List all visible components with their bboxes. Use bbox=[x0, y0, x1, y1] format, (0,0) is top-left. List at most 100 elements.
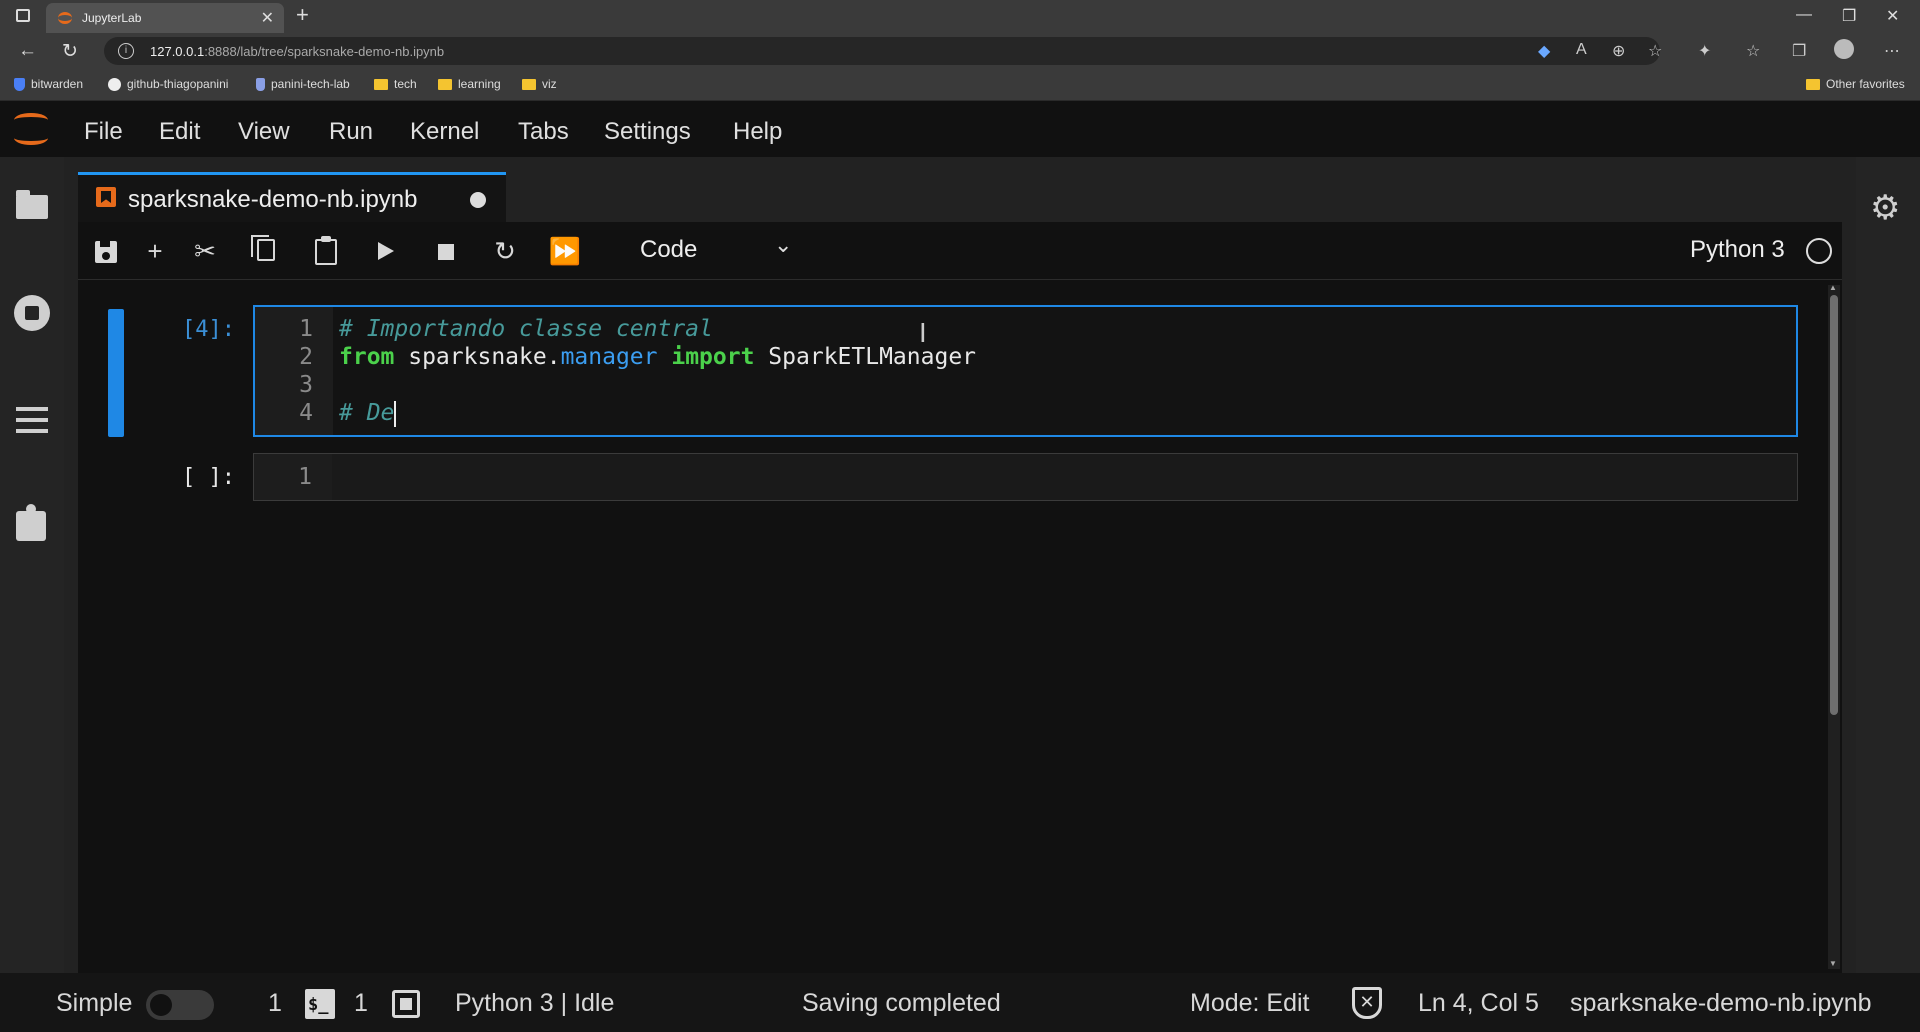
menu-kernel[interactable]: Kernel bbox=[410, 118, 479, 146]
simple-mode-label: Simple bbox=[56, 989, 133, 1017]
copy-button[interactable] bbox=[248, 234, 282, 268]
line-number: 1 bbox=[298, 464, 312, 490]
simple-mode-toggle[interactable] bbox=[146, 990, 214, 1020]
restore-icon[interactable]: ❐ bbox=[1842, 6, 1856, 26]
bookmark-learning[interactable]: learning bbox=[438, 77, 501, 91]
menu-run[interactable]: Run bbox=[329, 118, 373, 146]
save-button[interactable] bbox=[88, 234, 122, 268]
copy-icon bbox=[251, 235, 275, 261]
menu-settings[interactable]: Settings bbox=[604, 118, 691, 146]
scrollbar-thumb[interactable] bbox=[1830, 295, 1838, 715]
scroll-up-icon[interactable]: ▲ bbox=[1829, 283, 1837, 292]
vertical-scrollbar[interactable]: ▲ ▼ bbox=[1828, 283, 1840, 969]
back-icon[interactable]: ← bbox=[18, 40, 37, 62]
status-file-name: sparksnake-demo-nb.ipynb bbox=[1570, 989, 1872, 1017]
property-inspector-gears-icon[interactable]: ⚙ bbox=[1870, 191, 1900, 225]
more-icon[interactable]: ⋯ bbox=[1884, 41, 1900, 61]
folder-icon bbox=[522, 78, 536, 90]
menu-help[interactable]: Help bbox=[733, 118, 782, 146]
bookmark-panini-tech-lab[interactable]: panini-tech-lab bbox=[256, 77, 350, 91]
kernel-status-icon bbox=[1806, 238, 1832, 264]
favorite-add-icon[interactable]: ☆ bbox=[1648, 41, 1662, 61]
folder-icon bbox=[374, 78, 388, 90]
address-bar-row: ← ↻ i 127.0.0.1:8888/lab/tree/sparksnake… bbox=[0, 33, 1920, 69]
save-status-text: Saving completed bbox=[802, 989, 1001, 1017]
menu-edit[interactable]: Edit bbox=[159, 118, 200, 146]
bookmark-github[interactable]: github-thiagopanini bbox=[108, 77, 228, 91]
menu-view[interactable]: View bbox=[238, 118, 290, 146]
notebook-tab-title: sparksnake-demo-nb.ipynb bbox=[128, 186, 418, 213]
bookmark-viz[interactable]: viz bbox=[522, 77, 557, 91]
file-browser-icon[interactable] bbox=[14, 187, 50, 223]
read-aloud-icon[interactable]: A bbox=[1576, 41, 1587, 59]
left-sidebar bbox=[0, 157, 64, 973]
unsaved-dot-icon[interactable] bbox=[470, 192, 486, 208]
code-cell-editor[interactable]: 1 # Importando classe central 2 from sparks… bbox=[253, 305, 1798, 437]
code-cell-editor[interactable]: 1 bbox=[253, 453, 1798, 501]
bookmarks-bar: bitwarden github-thiagopanini panini-tec… bbox=[0, 69, 1920, 101]
fast-forward-icon: ⏩ bbox=[548, 236, 582, 266]
running-sessions-icon[interactable] bbox=[14, 295, 50, 331]
cell-collapser[interactable] bbox=[108, 309, 124, 437]
bookmark-bitwarden[interactable]: bitwarden bbox=[14, 77, 83, 91]
flask-icon bbox=[256, 77, 265, 91]
terminals-count[interactable]: 1 bbox=[268, 989, 282, 1018]
terminal-icon[interactable]: $_ bbox=[305, 989, 335, 1019]
code-line[interactable]: 1 bbox=[254, 460, 1797, 494]
folder-icon bbox=[1806, 78, 1820, 90]
kernel-name[interactable]: Python 3 bbox=[1690, 236, 1785, 264]
new-tab-icon[interactable]: + bbox=[296, 2, 309, 28]
table-of-contents-icon[interactable] bbox=[14, 401, 50, 437]
kernels-count[interactable]: 1 bbox=[354, 989, 368, 1018]
text-caret bbox=[394, 400, 397, 427]
close-tab-icon[interactable]: ✕ bbox=[261, 8, 274, 28]
status-bar: Simple 1 $_ 1 Python 3 | Idle Saving com… bbox=[0, 973, 1920, 1032]
extensions-icon[interactable]: ✦ bbox=[1698, 41, 1711, 61]
scroll-down-icon[interactable]: ▼ bbox=[1829, 959, 1837, 968]
site-info-icon[interactable]: i bbox=[118, 43, 134, 59]
menu-file[interactable]: File bbox=[84, 118, 123, 146]
jupyter-menubar: File Edit View Run Kernel Tabs Settings … bbox=[0, 101, 1920, 157]
chevron-down-icon[interactable]: ⌄ bbox=[774, 232, 792, 258]
profile-avatar[interactable] bbox=[1834, 39, 1854, 59]
trusted-shield-icon[interactable]: ✕ bbox=[1352, 987, 1382, 1019]
line-number: 4 bbox=[299, 400, 313, 426]
bookmark-tech[interactable]: tech bbox=[374, 77, 417, 91]
kernel-status-text[interactable]: Python 3 | Idle bbox=[455, 989, 614, 1018]
browser-tabbar: JupyterLab ✕ + — ❐ ✕ bbox=[0, 0, 1920, 33]
refresh-icon[interactable]: ↻ bbox=[62, 40, 78, 63]
zoom-icon[interactable]: ⊕ bbox=[1612, 41, 1625, 61]
code-line[interactable]: 4 # De bbox=[255, 396, 1796, 430]
close-window-icon[interactable]: ✕ bbox=[1886, 6, 1899, 26]
restart-run-all-button[interactable]: ⏩ bbox=[548, 234, 582, 268]
run-button[interactable] bbox=[368, 234, 402, 268]
bookmark-other-favorites[interactable]: Other favorites bbox=[1806, 77, 1905, 91]
minimize-icon[interactable]: — bbox=[1796, 6, 1812, 24]
window-menu-icon[interactable] bbox=[16, 9, 30, 22]
tag-icon[interactable]: ◆ bbox=[1538, 41, 1550, 61]
cursor-position[interactable]: Ln 4, Col 5 bbox=[1418, 989, 1539, 1018]
notebook-panel: + ✂ ↻ ⏩ Code ⌄ Python 3 [4]: 1 # Importan… bbox=[78, 222, 1842, 973]
notebook-content: [4]: 1 # Importando classe central 2 from s… bbox=[78, 281, 1842, 973]
bitwarden-icon bbox=[14, 77, 25, 91]
paste-icon bbox=[315, 236, 337, 265]
cpu-icon[interactable] bbox=[392, 990, 420, 1018]
insert-cell-button[interactable]: + bbox=[138, 234, 172, 268]
text-cursor-ibeam-icon: I bbox=[919, 319, 927, 349]
interrupt-button[interactable] bbox=[428, 234, 462, 268]
restart-button[interactable]: ↻ bbox=[488, 234, 522, 268]
cell-prompt: [4]: bbox=[182, 317, 235, 342]
notebook-tab[interactable]: sparksnake-demo-nb.ipynb bbox=[78, 172, 506, 222]
paste-button[interactable] bbox=[308, 234, 342, 268]
collections-icon[interactable]: ❐ bbox=[1792, 41, 1806, 61]
code-text: # De bbox=[339, 400, 397, 427]
menu-tabs[interactable]: Tabs bbox=[518, 118, 569, 146]
url-field[interactable]: i 127.0.0.1:8888/lab/tree/sparksnake-dem… bbox=[104, 37, 1660, 65]
cut-button[interactable]: ✂ bbox=[188, 234, 222, 268]
favorites-icon[interactable]: ☆ bbox=[1746, 41, 1760, 61]
extensions-manager-icon[interactable] bbox=[14, 504, 50, 543]
cell-type-select[interactable]: Code bbox=[640, 236, 697, 264]
restart-icon: ↻ bbox=[494, 236, 516, 266]
browser-tab[interactable]: JupyterLab ✕ bbox=[46, 3, 284, 33]
jupyter-favicon-icon bbox=[58, 12, 72, 24]
